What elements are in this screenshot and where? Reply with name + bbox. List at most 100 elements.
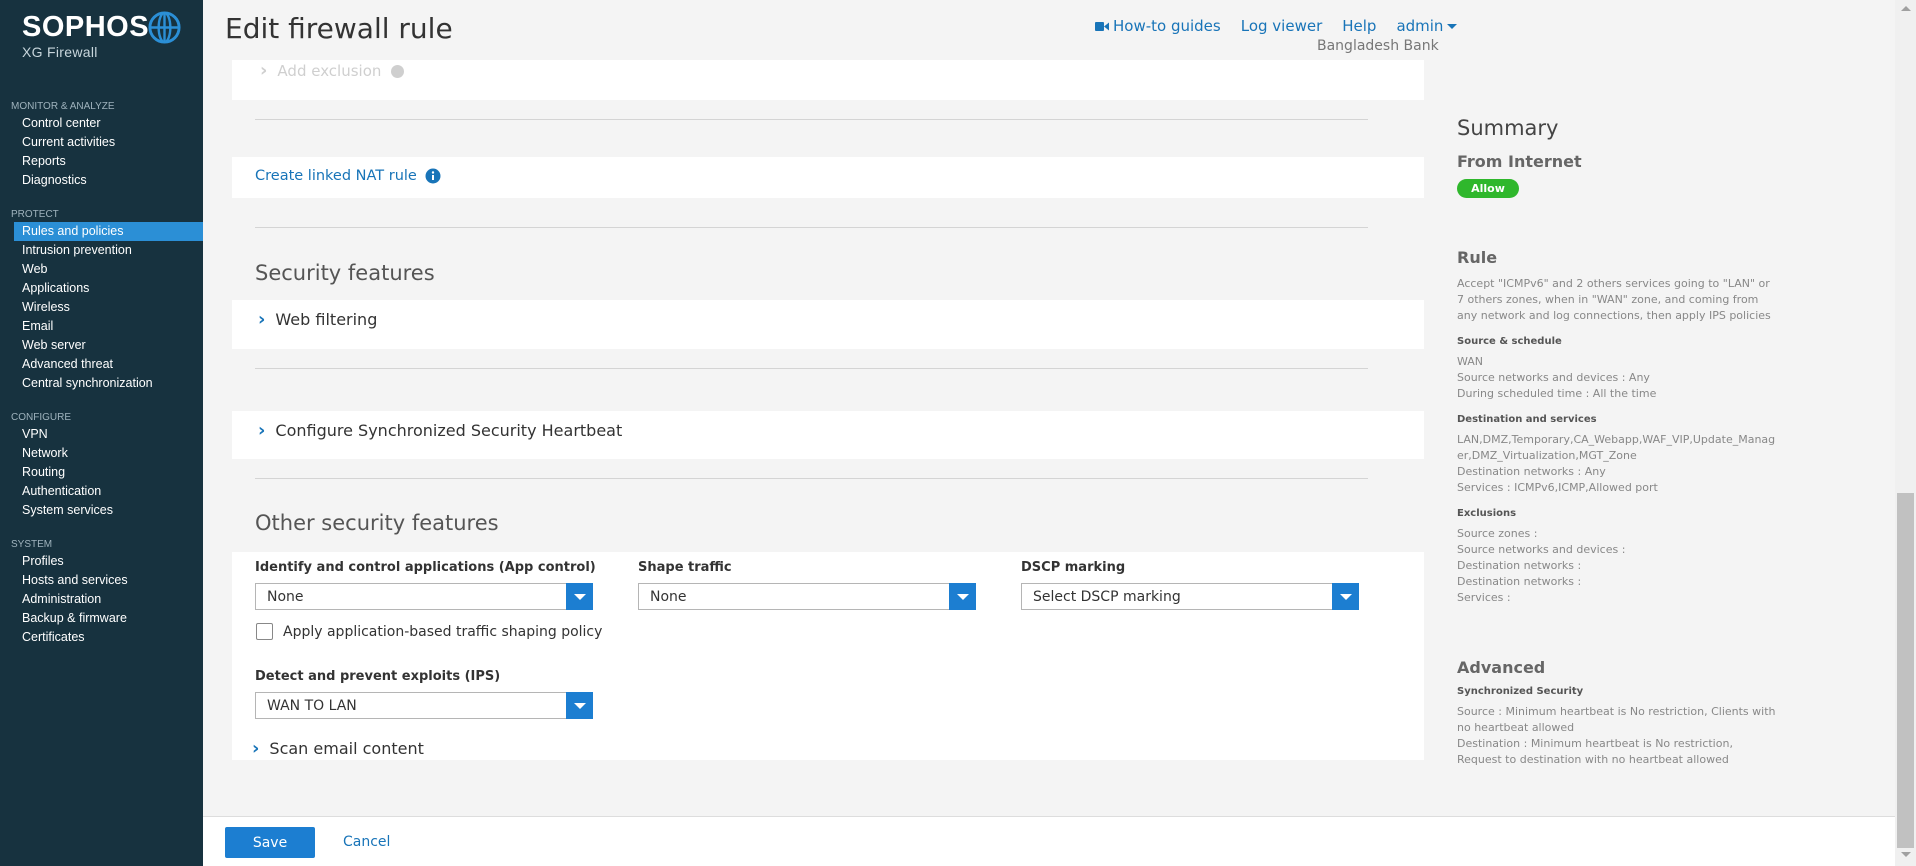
howto-guides-link[interactable]: How-to guides bbox=[1095, 17, 1221, 35]
video-camera-icon bbox=[1095, 21, 1109, 31]
summary-destination-line: Services : ICMPv6,ICMP,Allowed port bbox=[1457, 481, 1658, 494]
sidebar-item-certificates[interactable]: Certificates bbox=[0, 628, 203, 647]
dropdown-arrow-icon[interactable] bbox=[566, 583, 593, 610]
log-viewer-link[interactable]: Log viewer bbox=[1241, 17, 1323, 35]
dropdown-arrow-icon[interactable] bbox=[1332, 583, 1359, 610]
shape-traffic-select[interactable]: None bbox=[638, 583, 976, 610]
dscp-select[interactable]: Select DSCP marking bbox=[1021, 583, 1359, 610]
sidebar-item-profiles[interactable]: Profiles bbox=[0, 552, 203, 571]
sidebar-item-authentication[interactable]: Authentication bbox=[0, 482, 203, 501]
dropdown-arrow-icon[interactable] bbox=[566, 692, 593, 719]
summary-exclusions-line: Source networks and devices : bbox=[1457, 543, 1626, 556]
ips-label: Detect and prevent exploits (IPS) bbox=[255, 669, 501, 684]
summary-exclusions-line: Source zones : bbox=[1457, 527, 1538, 540]
cancel-button[interactable]: Cancel bbox=[343, 834, 390, 850]
ips-value: WAN TO LAN bbox=[267, 697, 357, 714]
sidebar-item-rules-and-policies[interactable]: Rules and policies bbox=[14, 222, 203, 241]
summary-exclusions-line: Services : bbox=[1457, 591, 1511, 604]
sidebar-item-hosts-and-services[interactable]: Hosts and services bbox=[0, 571, 203, 590]
info-icon[interactable] bbox=[425, 168, 441, 184]
chevron-right-icon: › bbox=[252, 737, 260, 759]
scroll-up-icon[interactable] bbox=[1901, 6, 1911, 11]
summary-advanced-line: Source : Minimum heartbeat is No restric… bbox=[1457, 705, 1776, 734]
add-exclusion-link[interactable]: › Add exclusion bbox=[260, 62, 405, 80]
add-exclusion-label: Add exclusion bbox=[277, 62, 382, 80]
brand-logo[interactable]: SOPHOS XG Firewall bbox=[22, 12, 149, 60]
brand-product: XG Firewall bbox=[22, 44, 98, 60]
summary-rule-heading: Rule bbox=[1457, 248, 1498, 267]
sidebar-item-central-synchronization[interactable]: Central synchronization bbox=[0, 374, 203, 393]
dscp-value: Select DSCP marking bbox=[1033, 588, 1181, 605]
summary-destination-heading: Destination and services bbox=[1457, 414, 1597, 425]
sidebar-item-vpn[interactable]: VPN bbox=[0, 425, 203, 444]
app-shaping-checkbox[interactable] bbox=[256, 623, 273, 640]
sidebar-item-email[interactable]: Email bbox=[0, 317, 203, 336]
web-filtering-card bbox=[232, 300, 1424, 349]
sidebar-item-control-center[interactable]: Control center bbox=[0, 114, 203, 133]
top-links: How-to guides Log viewer Help admin bbox=[1095, 17, 1458, 35]
divider bbox=[255, 368, 1368, 369]
divider bbox=[255, 478, 1368, 479]
linked-nat-row: Create linked NAT rule bbox=[255, 168, 441, 184]
nav-section-title: SYSTEM bbox=[11, 539, 53, 550]
exclusion-card bbox=[232, 60, 1424, 100]
save-button[interactable]: Save bbox=[225, 827, 315, 858]
scroll-down-icon[interactable] bbox=[1901, 852, 1911, 857]
sidebar-item-system-services[interactable]: System services bbox=[0, 501, 203, 520]
info-icon bbox=[391, 64, 405, 78]
help-link[interactable]: Help bbox=[1342, 17, 1376, 35]
security-features-heading: Security features bbox=[255, 261, 435, 285]
scan-email-label: Scan email content bbox=[269, 739, 424, 758]
sidebar-item-current-activities[interactable]: Current activities bbox=[0, 133, 203, 152]
chevron-right-icon: › bbox=[258, 419, 266, 441]
web-filtering-label: Web filtering bbox=[275, 310, 378, 329]
sidebar-item-administration[interactable]: Administration bbox=[0, 590, 203, 609]
sidebar-item-backup-firmware[interactable]: Backup & firmware bbox=[0, 609, 203, 628]
caret-down-icon bbox=[1447, 23, 1458, 29]
app-shaping-label: Apply application-based traffic shaping … bbox=[283, 623, 603, 640]
sidebar-item-wireless[interactable]: Wireless bbox=[0, 298, 203, 317]
sidebar-item-advanced-threat[interactable]: Advanced threat bbox=[0, 355, 203, 374]
sidebar-item-web[interactable]: Web bbox=[0, 260, 203, 279]
summary-destination-line: Destination networks : Any bbox=[1457, 465, 1606, 478]
web-filtering-expander[interactable]: › Web filtering bbox=[258, 310, 377, 329]
sidebar-nav: MONITOR & ANALYZE Control center Current… bbox=[0, 100, 203, 647]
nav-section-title: CONFIGURE bbox=[11, 412, 71, 423]
admin-menu[interactable]: admin bbox=[1396, 17, 1458, 35]
scrollbar[interactable] bbox=[1895, 0, 1916, 866]
summary-source-line: During scheduled time : All the time bbox=[1457, 387, 1657, 400]
scan-email-expander[interactable]: › Scan email content bbox=[252, 739, 424, 758]
summary-source-heading: Source & schedule bbox=[1457, 336, 1562, 347]
scrollbar-thumb[interactable] bbox=[1897, 493, 1914, 848]
sidebar-item-routing[interactable]: Routing bbox=[0, 463, 203, 482]
admin-label: admin bbox=[1396, 17, 1444, 35]
create-linked-nat-link[interactable]: Create linked NAT rule bbox=[255, 168, 417, 184]
sidebar-item-reports[interactable]: Reports bbox=[0, 152, 203, 171]
summary-exclusions-heading: Exclusions bbox=[1457, 508, 1517, 519]
summary-source-line: Source networks and devices : Any bbox=[1457, 371, 1650, 384]
summary-advanced-line: Destination : Minimum heartbeat is No re… bbox=[1457, 737, 1733, 766]
footer-bar bbox=[203, 816, 1895, 866]
howto-guides-label: How-to guides bbox=[1113, 17, 1221, 35]
sidebar-item-intrusion-prevention[interactable]: Intrusion prevention bbox=[0, 241, 203, 260]
sidebar-item-diagnostics[interactable]: Diagnostics bbox=[0, 171, 203, 190]
app-control-select[interactable]: None bbox=[255, 583, 593, 610]
other-security-heading: Other security features bbox=[255, 511, 499, 535]
sidebar-item-network[interactable]: Network bbox=[0, 444, 203, 463]
app-shaping-checkbox-row[interactable]: Apply application-based traffic shaping … bbox=[256, 623, 602, 640]
summary-exclusions-line: Destination networks : bbox=[1457, 559, 1582, 572]
app-control-label: Identify and control applications (App c… bbox=[255, 560, 596, 575]
summary-zone: From Internet bbox=[1457, 152, 1582, 171]
sidebar-item-applications[interactable]: Applications bbox=[0, 279, 203, 298]
summary-destination-line: LAN,DMZ,Temporary,CA_Webapp,WAF_VIP,Upda… bbox=[1457, 433, 1776, 462]
summary-source-line: WAN bbox=[1457, 355, 1484, 368]
heartbeat-expander[interactable]: › Configure Synchronized Security Heartb… bbox=[258, 421, 622, 440]
dropdown-arrow-icon[interactable] bbox=[949, 583, 976, 610]
divider bbox=[255, 227, 1368, 228]
organization-name: Bangladesh Bank bbox=[1317, 38, 1439, 54]
ips-select[interactable]: WAN TO LAN bbox=[255, 692, 593, 719]
summary-rule-description: Accept "ICMPv6" and 2 others services go… bbox=[1457, 277, 1771, 322]
sidebar: SOPHOS XG Firewall MONITOR & ANALYZE Con… bbox=[0, 0, 203, 866]
sidebar-item-web-server[interactable]: Web server bbox=[0, 336, 203, 355]
summary-advanced-heading: Advanced bbox=[1457, 658, 1546, 677]
